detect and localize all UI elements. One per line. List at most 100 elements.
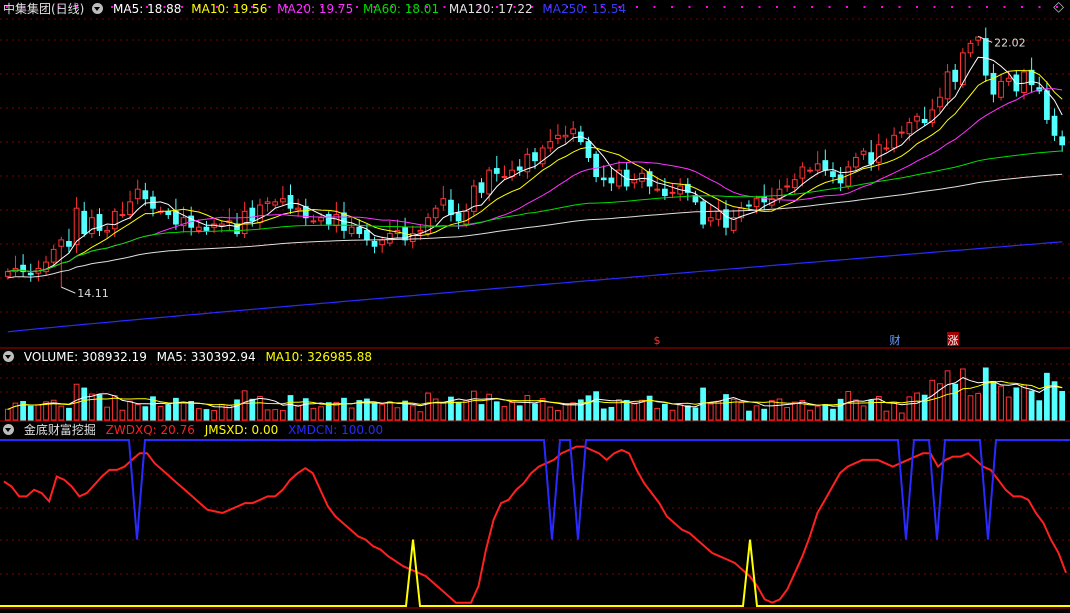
volume-bar	[272, 409, 279, 421]
volume-bar	[134, 404, 141, 421]
candle-body	[830, 171, 836, 177]
candle-body	[348, 226, 355, 235]
candle-body	[104, 229, 111, 233]
candle-body	[1028, 69, 1035, 86]
candle-body	[555, 134, 561, 139]
event-marker: $	[654, 334, 661, 347]
candle-body	[493, 168, 500, 174]
volume-bar	[509, 401, 515, 421]
candle-body	[967, 42, 974, 54]
candle-body	[593, 153, 599, 177]
volume-bar	[715, 400, 722, 421]
candle-body	[486, 169, 493, 195]
event-marker: 涨	[948, 334, 959, 347]
candle-body	[127, 201, 133, 216]
volume-bar	[998, 385, 1004, 421]
candle-body	[287, 195, 294, 209]
grid-lines	[0, 18, 1070, 609]
candle-body	[639, 172, 645, 182]
volume-bar	[662, 403, 668, 421]
volume-bar	[417, 411, 424, 421]
candle-body	[325, 214, 332, 225]
candle-body	[4, 271, 11, 277]
volume-bar	[142, 406, 149, 421]
candle-body	[73, 207, 80, 246]
volume-bar	[257, 395, 263, 421]
volume-bar	[547, 406, 554, 421]
candle-body	[165, 210, 172, 216]
candle-body	[669, 191, 676, 194]
period-dot	[986, 6, 988, 8]
candle-body	[891, 134, 897, 149]
period-dot	[881, 6, 883, 8]
volume-bar	[409, 405, 416, 421]
volume-bar	[555, 410, 561, 421]
candle-body	[707, 217, 714, 222]
volume-bar	[967, 395, 974, 421]
candle-body	[58, 239, 65, 247]
volume-bar	[898, 412, 905, 421]
candle-body	[982, 38, 989, 76]
candle-body	[478, 182, 485, 193]
collapse-icon[interactable]: ◇	[1053, 0, 1064, 14]
volume-bar	[982, 367, 989, 421]
period-dot	[636, 6, 638, 8]
candle-body	[814, 163, 821, 171]
volume-bar	[707, 403, 714, 421]
candle-body	[134, 188, 141, 200]
candle-body	[257, 204, 263, 223]
volume-bar	[111, 395, 118, 421]
candle-body	[562, 134, 569, 138]
volume-bar	[394, 407, 401, 421]
indicator-toggle-icon[interactable]	[3, 424, 14, 435]
volume-bar	[310, 407, 317, 421]
legend-toggle-icon[interactable]	[92, 3, 104, 14]
volume-legend: VOLUME: 308932.19 MA5: 330392.94 MA10: 3…	[3, 350, 378, 364]
volume-bar	[807, 409, 813, 421]
volume-bar	[455, 402, 462, 421]
volume-bar	[127, 400, 133, 421]
candle-body	[776, 188, 783, 200]
volume-bar	[471, 390, 477, 421]
candle-body	[937, 96, 943, 108]
volume-bar	[249, 398, 256, 421]
volume-bar	[241, 390, 248, 421]
volume-bar	[570, 402, 577, 421]
volume-bar	[203, 409, 210, 421]
volume-bar	[188, 400, 195, 421]
volume-bar	[914, 392, 920, 421]
event-marker: 财	[890, 333, 901, 347]
volume-bar	[860, 405, 867, 421]
candle-body	[142, 190, 149, 200]
candle-body	[883, 147, 890, 150]
volume-bar	[868, 400, 875, 421]
candle-body	[952, 69, 959, 82]
volume-bar	[157, 406, 164, 421]
high-label: 22.02	[994, 36, 1026, 49]
volume-bar	[959, 368, 966, 421]
candle-body	[440, 198, 447, 206]
volume-bar	[325, 402, 332, 421]
volume-bar	[1044, 372, 1050, 421]
candle-body	[203, 226, 210, 231]
volume-bar	[440, 401, 447, 421]
candle-body	[249, 207, 256, 222]
legend-jmsxd: JMSXD: 0.00	[204, 423, 279, 437]
period-dot	[951, 6, 953, 8]
candle-body	[1044, 90, 1050, 120]
volume-bar	[493, 401, 500, 421]
volume-bar	[371, 403, 378, 421]
period-dot	[671, 6, 673, 8]
volume-toggle-icon[interactable]	[3, 351, 14, 362]
volume-bar	[35, 404, 42, 421]
low-label: 14.11	[77, 287, 109, 300]
volume-bar	[463, 399, 470, 421]
volume-bar	[1036, 400, 1043, 421]
indicator-legend: 金底财富挖掘 ZWDXQ: 20.76 JMSXD: 0.00 XMDCN: 1…	[3, 423, 389, 437]
volume-bar	[386, 401, 393, 421]
volume-bar	[883, 410, 890, 421]
candle-body	[27, 272, 34, 276]
candle-body	[364, 229, 370, 241]
period-dot	[1038, 6, 1041, 8]
volume-bar	[891, 401, 897, 421]
